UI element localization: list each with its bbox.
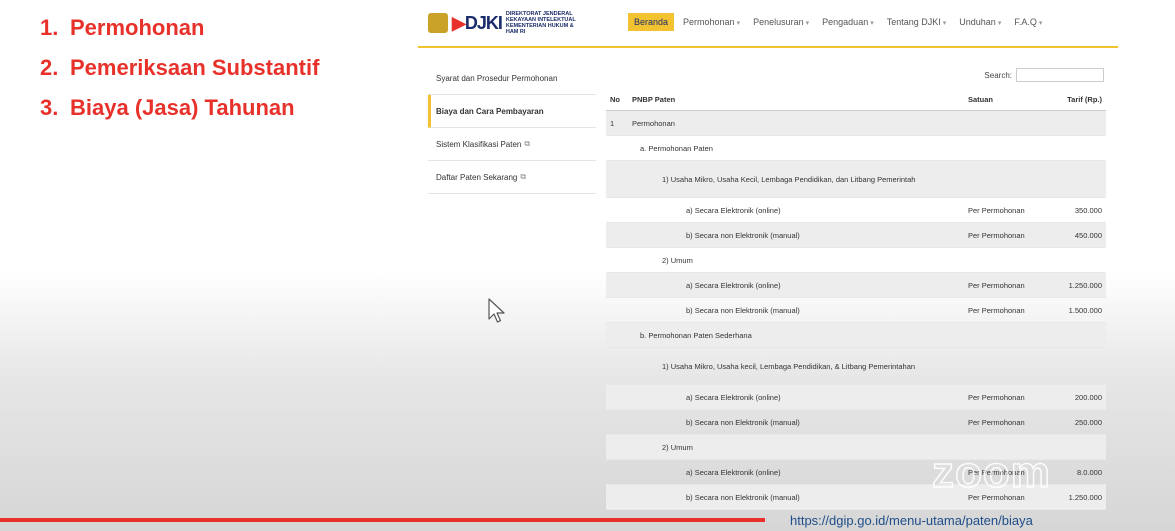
table-row: a. Permohonan Paten (606, 135, 1106, 161)
nav-penelusuran[interactable]: Penelusuran ▾ (753, 17, 809, 27)
col-header-tarif[interactable]: Tarif (Rp.) (1060, 88, 1106, 111)
sidebar-item-klasifikasi[interactable]: Sistem Klasifikasi Paten ⧉ (428, 128, 596, 161)
sidebar-item-syarat-prosedur[interactable]: Syarat dan Prosedur Permohonan (428, 62, 596, 95)
table-row: a) Secara Elektronik (online) Per Permoho… (606, 272, 1106, 298)
main-nav: Beranda Permohonan ▾ Penelusuran ▾ Pengadu… (628, 13, 1055, 31)
fee-table: No PNBP Paten Satuan Tarif (Rp.) 1 Permoh… (606, 88, 1106, 510)
table-row: a) Secara Elektronik (online) Per Permoho… (606, 384, 1106, 410)
external-link-icon: ⧉ (524, 139, 531, 148)
source-url[interactable]: https://dgip.go.id/menu-utama/paten/biay… (790, 513, 1033, 528)
chevron-down-icon: ▾ (805, 20, 810, 27)
table-header-row: No PNBP Paten Satuan Tarif (Rp.) (606, 88, 1106, 111)
slide-outline: 1. Permohonan 2. Pemeriksaan Substantif 3.… (40, 10, 319, 130)
djki-logo[interactable]: ▶DJKI DIREKTORAT JENDERAL KEKAYAAN INTEL… (428, 11, 586, 35)
table-row: 1 Permohonan (606, 110, 1106, 136)
nav-beranda[interactable]: Beranda (628, 13, 675, 31)
table-row: 1) Usaha Mikro, Usaha kecil, Lembaga Pen… (606, 347, 1106, 385)
search-box: Search: (984, 68, 1104, 82)
table-row: b) Secara non Elektronik (manual) Per Per… (606, 222, 1106, 248)
search-label: Search: (984, 70, 1012, 80)
chevron-down-icon: ▾ (997, 20, 1002, 27)
table-row: b) Secara non Elektronik (manual) Per Per… (606, 297, 1106, 323)
search-input[interactable] (1016, 68, 1104, 82)
table-row: 2) Umum (606, 247, 1106, 273)
chevron-down-icon: ▾ (942, 20, 947, 27)
zoom-watermark: zoom (931, 447, 1051, 498)
nav-faq[interactable]: F.A.Q ▾ (1014, 17, 1042, 27)
logo-mark: ▶DJKI (452, 12, 503, 33)
chevron-down-icon: ▾ (870, 20, 874, 27)
chevron-down-icon: ▾ (736, 20, 741, 27)
external-link-icon: ⧉ (520, 172, 527, 181)
progress-bar (0, 518, 765, 522)
nav-permohonan[interactable]: Permohonan ▾ (683, 17, 740, 27)
col-header-pnbp[interactable]: PNBP Paten (628, 88, 964, 111)
col-header-no[interactable]: No (606, 88, 628, 111)
chevron-down-icon: ▾ (1038, 20, 1043, 27)
logo-org-text: DIREKTORAT JENDERAL KEKAYAAN INTELEKTUAL… (505, 11, 576, 35)
nav-unduhan[interactable]: Unduhan ▾ (959, 17, 1001, 27)
nav-pengaduan[interactable]: Pengaduan ▾ (822, 17, 874, 27)
site-header: ▶DJKI DIREKTORAT JENDERAL KEKAYAAN INTEL… (418, 0, 1118, 48)
nav-tentang-djki[interactable]: Tentang DJKI ▾ (887, 17, 947, 27)
sidebar-item-daftar-paten[interactable]: Daftar Paten Sekarang ⧉ (428, 161, 596, 194)
table-row: 1) Usaha Mikro, Usaha Kecil, Lembaga Pen… (606, 160, 1106, 198)
slide-item: 1. Permohonan (40, 15, 205, 40)
sidebar-item-biaya[interactable]: Biaya dan Cara Pembayaran (428, 95, 596, 128)
table-row: a) Secara Elektronik (online) Per Permoho… (606, 197, 1106, 223)
table-row: b. Permohonan Paten Sederhana (606, 322, 1106, 348)
slide-item: 3. Biaya (Jasa) Tahunan (40, 95, 295, 120)
sidebar: Syarat dan Prosedur Permohonan Biaya dan… (428, 62, 596, 194)
col-header-satuan[interactable]: Satuan (964, 88, 1060, 111)
table-row: b) Secara non Elektronik (manual) Per Per… (606, 409, 1106, 435)
mouse-cursor-icon (488, 298, 505, 323)
slide-item: 2. Pemeriksaan Substantif (40, 55, 320, 80)
crest-icon (428, 13, 448, 33)
